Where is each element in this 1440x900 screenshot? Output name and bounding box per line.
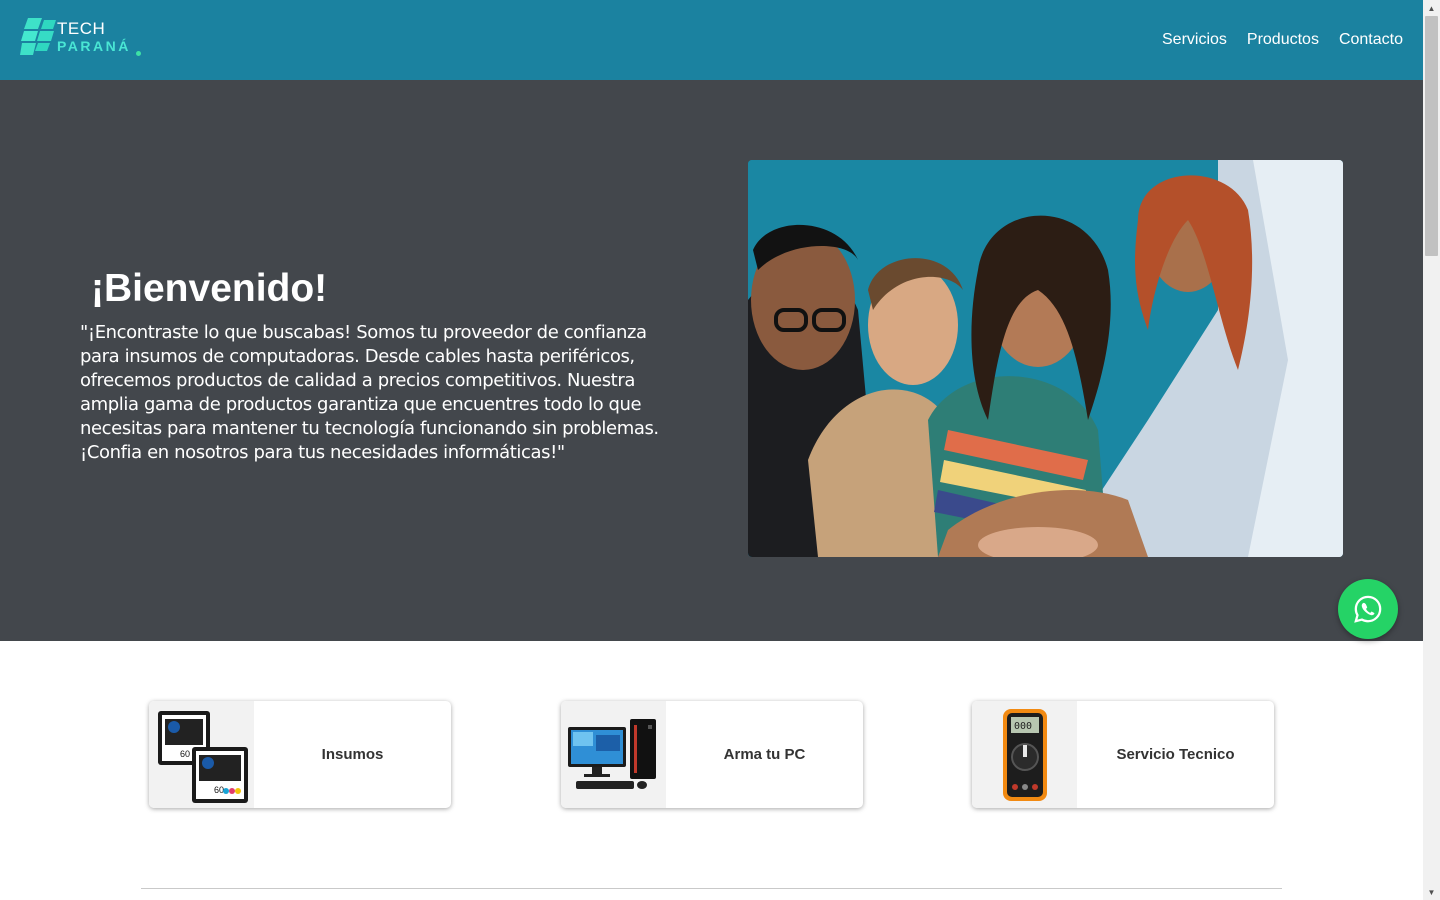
svg-text:60: 60	[214, 785, 224, 795]
multimeter-icon: 000	[1002, 708, 1047, 801]
people-photo-illustration	[748, 160, 1343, 557]
logo-dot	[136, 51, 141, 56]
brand-logo[interactable]: TECH PARANÁ	[20, 18, 150, 60]
card-image	[561, 701, 666, 808]
site-header: TECH PARANÁ Servicios Productos Contacto	[0, 0, 1423, 80]
card-arma-tu-pc[interactable]: Arma tu PC	[561, 701, 863, 808]
hero-section: ¡Bienvenido! "¡Encontraste lo que buscab…	[0, 80, 1423, 641]
desktop-pc-icon	[567, 718, 656, 789]
whatsapp-icon	[1354, 595, 1382, 623]
card-insumos[interactable]: 60 60 Insumos	[149, 701, 451, 808]
section-divider	[141, 888, 1282, 889]
hero-title: ¡Bienvenido!	[91, 267, 328, 310]
nav-productos[interactable]: Productos	[1247, 31, 1319, 49]
page-scrollbar[interactable]: ▲ ▼	[1423, 0, 1440, 900]
nav-contacto[interactable]: Contacto	[1339, 31, 1403, 49]
hero-photo	[748, 160, 1343, 557]
svg-text:60: 60	[180, 749, 190, 759]
main-nav: Servicios Productos Contacto	[1162, 0, 1403, 80]
ink-cartridge-icon: 60 60	[157, 710, 248, 803]
brand-name-top: TECH	[57, 19, 106, 38]
card-image: 60 60	[149, 701, 254, 808]
card-label: Servicio Tecnico	[1116, 746, 1235, 763]
card-image: 000	[972, 701, 1077, 808]
card-label: Arma tu PC	[723, 746, 806, 763]
whatsapp-button[interactable]	[1338, 579, 1398, 639]
nav-servicios[interactable]: Servicios	[1162, 31, 1227, 49]
brand-name-bottom: PARANÁ	[57, 38, 131, 54]
card-label: Insumos	[321, 746, 384, 763]
scroll-up-arrow-icon[interactable]: ▲	[1423, 0, 1440, 16]
svg-text:000: 000	[1014, 721, 1032, 732]
hero-description: "¡Encontraste lo que buscabas! Somos tu …	[80, 322, 659, 463]
scroll-down-arrow-icon[interactable]: ▼	[1423, 884, 1440, 900]
scroll-thumb[interactable]	[1425, 16, 1438, 256]
logo-mark-icon	[20, 18, 56, 55]
card-servicio-tecnico[interactable]: 000 Servicio Tecnico	[972, 701, 1274, 808]
